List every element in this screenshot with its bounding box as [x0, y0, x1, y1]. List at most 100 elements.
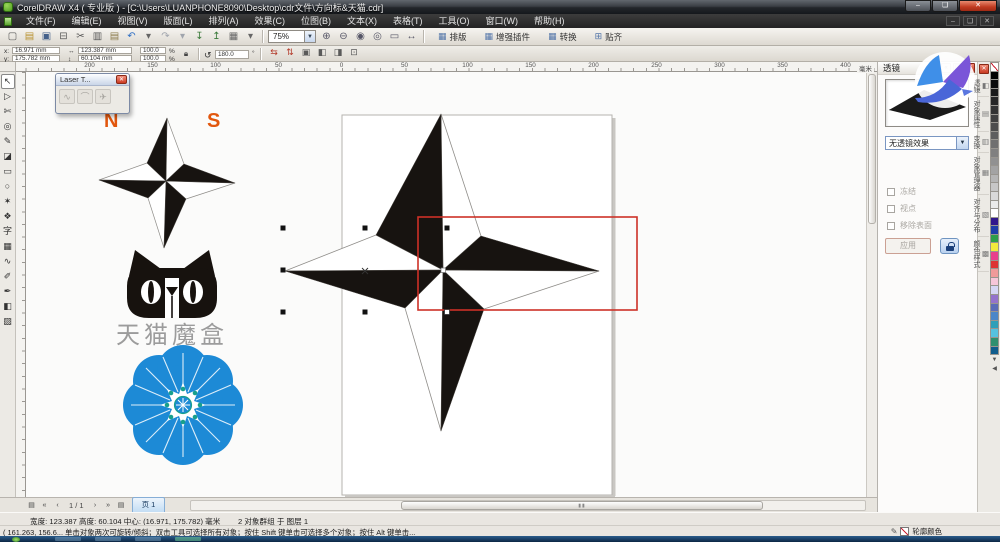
checkbox[interactable]: [887, 221, 895, 230]
chevron-down-icon[interactable]: ▼: [956, 137, 968, 149]
trim-icon[interactable]: ◨: [330, 46, 346, 59]
outline-pen-tool[interactable]: ✒: [1, 284, 15, 299]
wrap-text-icon[interactable]: ⊡: [346, 46, 362, 59]
zoom-level-combo[interactable]: 75% ▼: [268, 30, 316, 43]
menu-item[interactable]: 编辑(E): [64, 14, 110, 28]
next-page-icon[interactable]: ›: [90, 500, 101, 511]
laser-tools-floating-toolbar[interactable]: Laser T... ✕ ∿ ⌒ ✈: [55, 73, 130, 114]
palette-swatch[interactable]: [989, 345, 1000, 356]
vertical-scrollbar[interactable]: [866, 72, 877, 497]
horizontal-scrollbar-thumb[interactable]: ▮▮: [401, 501, 763, 510]
lock-ratio-icon[interactable]: 🔒︎: [178, 47, 194, 60]
table-tool[interactable]: ▦: [1, 239, 15, 254]
undo-icon[interactable]: ↶: [123, 29, 140, 44]
zoom-selected-icon[interactable]: ◉: [352, 29, 369, 44]
close-icon[interactable]: ✕: [116, 75, 127, 84]
maximize-button[interactable]: ❏: [932, 0, 958, 12]
tmall-text[interactable]: 天猫魔盒: [92, 315, 252, 350]
last-page-icon[interactable]: »: [103, 500, 114, 511]
application-launcher-icon[interactable]: ▦: [225, 29, 242, 44]
interactive-blend-tool[interactable]: ∿: [1, 254, 15, 269]
menu-item[interactable]: 文本(X): [339, 14, 385, 28]
menu-item[interactable]: 位图(B): [293, 14, 339, 28]
remove-face-checkbox[interactable]: 移除表面: [887, 220, 932, 231]
tmall-cat-logo[interactable]: [127, 250, 217, 318]
checkbox[interactable]: [887, 204, 895, 213]
zoom-page-icon[interactable]: ▭: [386, 29, 403, 44]
horizontal-scrollbar[interactable]: ▮▮: [190, 500, 866, 511]
start-button[interactable]: [12, 537, 20, 542]
doc-window-control[interactable]: ✕: [980, 16, 994, 26]
rotation-field[interactable]: 180.0: [215, 50, 249, 59]
crop-tool[interactable]: ✄: [1, 104, 15, 119]
page-tab[interactable]: 页 1: [131, 497, 166, 513]
taskbar-item-active[interactable]: [175, 537, 201, 541]
height-field[interactable]: 60.104 mm: [78, 54, 132, 62]
add-page-icon[interactable]: ▤: [116, 500, 127, 511]
launcher-dropdown-icon[interactable]: ▾: [242, 29, 259, 44]
lens-type-dropdown[interactable]: 无透镜效果 ▼: [885, 136, 969, 150]
copy-icon[interactable]: ▥: [89, 29, 106, 44]
redo-dropdown-icon[interactable]: ▾: [174, 29, 191, 44]
doc-window-control[interactable]: ❏: [963, 16, 977, 26]
menu-item[interactable]: 窗口(W): [478, 14, 527, 28]
eyedropper-tool[interactable]: ✐: [1, 269, 15, 284]
interactive-fill-tool[interactable]: ▨: [1, 314, 15, 329]
menu-item[interactable]: 视图(V): [110, 14, 156, 28]
combine-icon[interactable]: ▣: [298, 46, 314, 59]
apply-button[interactable]: 应用: [885, 238, 931, 254]
menu-item[interactable]: 版面(L): [156, 14, 201, 28]
import-icon[interactable]: ↧: [191, 29, 208, 44]
ellipse-tool[interactable]: ○: [1, 179, 15, 194]
open-icon[interactable]: ▤: [21, 29, 38, 44]
zoom-width-icon[interactable]: ↔: [403, 29, 420, 44]
taskbar-item[interactable]: [55, 537, 81, 541]
drawing-canvas[interactable]: N S 天猫魔盒 Laser T... ✕ ∿ ⌒ ✈: [26, 72, 866, 497]
scale-y-field[interactable]: 100.0: [140, 54, 166, 62]
text-tool[interactable]: 字: [1, 224, 15, 239]
laser-tool-2[interactable]: ⌒: [77, 89, 93, 104]
shape-tool[interactable]: ▷: [1, 89, 15, 104]
convert-button[interactable]: ▦ 转换: [541, 29, 584, 45]
undo-dropdown-icon[interactable]: ▾: [140, 29, 157, 44]
menu-item[interactable]: 效果(C): [247, 14, 294, 28]
freehand-tool[interactable]: ✎: [1, 134, 15, 149]
weld-icon[interactable]: ◧: [314, 46, 330, 59]
menu-item[interactable]: 表格(T): [385, 14, 431, 28]
canvas-artwork[interactable]: [26, 72, 866, 497]
minimize-button[interactable]: –: [905, 0, 931, 12]
palette-scroll-down-icon[interactable]: ▼: [992, 357, 998, 364]
scale-x-field[interactable]: 100.0: [140, 47, 166, 54]
vertical-ruler[interactable]: [16, 72, 26, 497]
viewpoint-checkbox[interactable]: 视点: [887, 203, 916, 214]
palette-flyout-icon[interactable]: ◀: [992, 366, 997, 373]
laser-tool-1[interactable]: ∿: [59, 89, 75, 104]
paste-icon[interactable]: ▤: [106, 29, 123, 44]
cut-icon[interactable]: ✂: [72, 29, 89, 44]
fill-tool[interactable]: ◧: [1, 299, 15, 314]
snap-button[interactable]: ⊞ 贴齐: [588, 29, 630, 45]
width-field[interactable]: 123.387 mm: [78, 47, 132, 54]
vertical-scrollbar-thumb[interactable]: [868, 74, 876, 224]
lock-button[interactable]: [940, 238, 959, 254]
zoom-out-icon[interactable]: ⊖: [335, 29, 352, 44]
new-document-icon[interactable]: ▢: [4, 29, 21, 44]
menu-item[interactable]: 排列(A): [201, 14, 247, 28]
flower-logo[interactable]: [123, 345, 243, 465]
zoom-all-objects-icon[interactable]: ◎: [369, 29, 386, 44]
print-icon[interactable]: ⊟: [55, 29, 72, 44]
checkbox[interactable]: [887, 187, 895, 196]
compass-star-small[interactable]: [98, 117, 236, 249]
redo-icon[interactable]: ↷: [157, 29, 174, 44]
layout-button[interactable]: ▦ 排版: [431, 29, 474, 45]
taskbar-item[interactable]: [135, 537, 161, 541]
zoom-in-icon[interactable]: ⊕: [318, 29, 335, 44]
save-icon[interactable]: ▣: [38, 29, 55, 44]
menu-item[interactable]: 文件(F): [18, 14, 64, 28]
mirror-vertical-icon[interactable]: ⇅: [282, 46, 298, 59]
y-position-field[interactable]: 175.782 mm: [12, 54, 60, 62]
mirror-horizontal-icon[interactable]: ⇆: [266, 46, 282, 59]
compass-s-label[interactable]: S: [207, 110, 220, 133]
smart-fill-tool[interactable]: ◪: [1, 149, 15, 164]
plugins-button[interactable]: ▦ 增强插件: [478, 29, 538, 45]
